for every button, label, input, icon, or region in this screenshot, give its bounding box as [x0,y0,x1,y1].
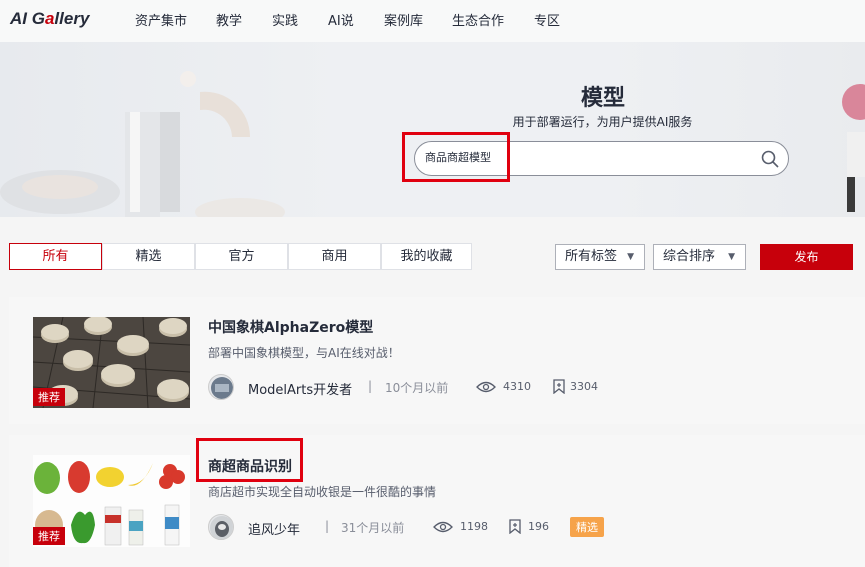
hero-figure-decoration [842,84,865,212]
products-thumbnail[interactable]: 推荐 [33,455,190,547]
tab-official[interactable]: 官方 [195,243,288,270]
caret-down-icon: ▼ [627,252,634,262]
nav-item-practice[interactable]: 实践 [272,10,298,29]
top-navigation: AI Gallery 资产集市 教学 实践 AI说 案例库 生态合作 专区 [0,0,865,42]
bookmark-icon [509,519,521,534]
bookmark-icon [553,379,565,394]
card-meta: 追风少年 | 31个月以前 1198 196 精选 [208,514,628,540]
hero-decoration [0,71,285,217]
logo[interactable]: AI Gallery [10,9,89,29]
publish-time: 10个月以前 [385,381,449,395]
tab-favorites[interactable]: 我的收藏 [381,243,472,270]
publish-time: 31个月以前 [341,521,405,535]
search-highlight-box [402,132,510,182]
meta-separator: | [325,519,330,533]
recommended-badge: 推荐 [33,527,65,545]
eye-icon [476,381,496,393]
publish-button[interactable]: 发布 [760,244,853,270]
model-card[interactable]: 推荐 商超商品识别 商店超市实现全自动收银是一件很酷的事情 追风少年 | 31个… [9,435,865,567]
title-highlight-box [196,438,303,482]
author-name[interactable]: ModelArts开发者 [248,379,352,398]
tags-dropdown[interactable]: 所有标签 ▼ [555,244,645,270]
card-meta: ModelArts开发者 | 10个月以前 4310 3304 [208,374,608,400]
model-card[interactable]: 推荐 中国象棋AlphaZero模型 部署中国象棋模型，与AI在线对战！ Mod… [9,297,865,424]
meta-separator: | [368,379,373,393]
hero-banner: 模型 用于部署运行，为用户提供AI服务 [0,42,865,217]
recommended-badge: 推荐 [33,388,65,406]
sort-dropdown[interactable]: 综合排序 ▼ [653,244,746,270]
featured-badge: 精选 [570,517,604,537]
caret-down-icon: ▼ [728,252,735,262]
avatar[interactable] [208,374,234,400]
favorite-count: 3304 [570,380,598,393]
tab-all[interactable]: 所有 [9,243,102,270]
card-title[interactable]: 中国象棋AlphaZero模型 [208,317,373,337]
tab-featured[interactable]: 精选 [102,243,195,270]
favorite-count: 196 [528,520,549,533]
tab-commercial[interactable]: 商用 [288,243,381,270]
eye-icon [433,521,453,533]
nav-item-zone[interactable]: 专区 [534,10,560,29]
nav-item-cases[interactable]: 案例库 [384,10,423,29]
author-name[interactable]: 追风少年 [248,519,300,538]
nav-item-ai-talk[interactable]: AI说 [328,10,354,29]
nav-item-ecosystem[interactable]: 生态合作 [452,10,504,29]
page-subtitle: 用于部署运行，为用户提供AI服务 [512,115,693,129]
nav-item-assets[interactable]: 资产集市 [135,10,187,29]
search-icon[interactable] [760,149,780,169]
view-count: 1198 [460,520,488,533]
card-description: 商店超市实现全自动收银是一件很酷的事情 [208,485,437,499]
tags-dropdown-label: 所有标签 [565,249,618,264]
avatar[interactable] [208,514,234,540]
view-count: 4310 [503,380,531,393]
sort-dropdown-label: 综合排序 [663,249,716,264]
page-title: 模型 [580,86,625,111]
card-description: 部署中国象棋模型，与AI在线对战！ [208,346,400,360]
chess-thumbnail[interactable]: 推荐 [33,317,190,408]
nav-item-teaching[interactable]: 教学 [216,10,242,29]
